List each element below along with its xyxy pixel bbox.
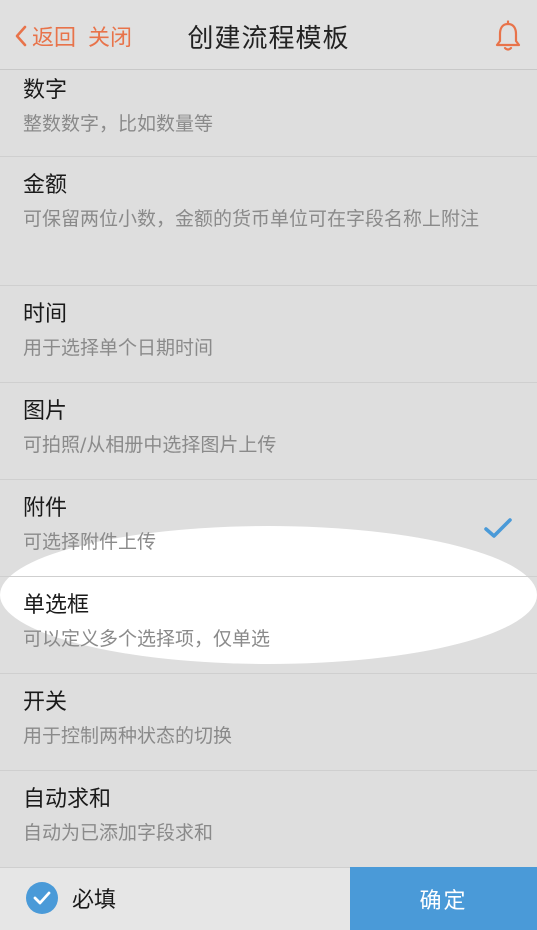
list-item-time[interactable]: 时间 用于选择单个日期时间 (0, 286, 537, 383)
item-title: 数字 (23, 78, 68, 103)
page-title: 创建流程模板 (187, 24, 350, 54)
bell-icon[interactable] (493, 20, 523, 52)
item-title: 开关 (23, 690, 68, 715)
item-title: 附件 (23, 496, 68, 521)
item-desc: 用于控制两种状态的切换 (23, 725, 233, 747)
item-desc: 可选择附件上传 (23, 531, 157, 553)
check-circle-icon[interactable] (26, 882, 58, 914)
item-desc: 可拍照/从相册中选择图片上传 (23, 434, 277, 456)
list-item-single-select[interactable]: 单选框 可以定义多个选择项，仅单选 (0, 577, 537, 674)
list-item-number[interactable]: 数字 整数数字，比如数量等 (0, 70, 537, 157)
item-desc: 可保留两位小数，金额的货币单位可在字段名称上附注 (23, 208, 480, 230)
list-item-amount[interactable]: 金额 可保留两位小数，金额的货币单位可在字段名称上附注 (0, 157, 537, 286)
item-title: 图片 (23, 399, 68, 424)
field-type-list: 数字 整数数字，比如数量等 金额 可保留两位小数，金额的货币单位可在字段名称上附… (0, 70, 537, 867)
item-desc: 自动为已添加字段求和 (23, 822, 214, 844)
item-desc: 用于选择单个日期时间 (23, 337, 214, 359)
check-glyph-icon (33, 891, 51, 905)
item-title: 自动求和 (23, 787, 112, 812)
bottom-bar: 必填 确定 (0, 867, 537, 930)
nav-header: 返回 关闭 创建流程模板 (0, 0, 537, 70)
checkmark-icon (484, 518, 512, 538)
confirm-button[interactable]: 确定 (350, 867, 537, 930)
item-title: 单选框 (23, 593, 90, 618)
required-toggle[interactable]: 必填 (26, 882, 116, 914)
list-item-switch[interactable]: 开关 用于控制两种状态的切换 (0, 674, 537, 771)
list-item-attachment[interactable]: 附件 可选择附件上传 (0, 480, 537, 577)
item-desc: 可以定义多个选择项，仅单选 (23, 628, 271, 650)
item-desc: 整数数字，比如数量等 (23, 113, 214, 135)
item-title: 时间 (23, 302, 68, 327)
required-label: 必填 (72, 888, 117, 913)
list-item-auto-sum[interactable]: 自动求和 自动为已添加字段求和 (0, 771, 537, 867)
list-item-image[interactable]: 图片 可拍照/从相册中选择图片上传 (0, 383, 537, 480)
item-title: 金额 (23, 173, 68, 198)
